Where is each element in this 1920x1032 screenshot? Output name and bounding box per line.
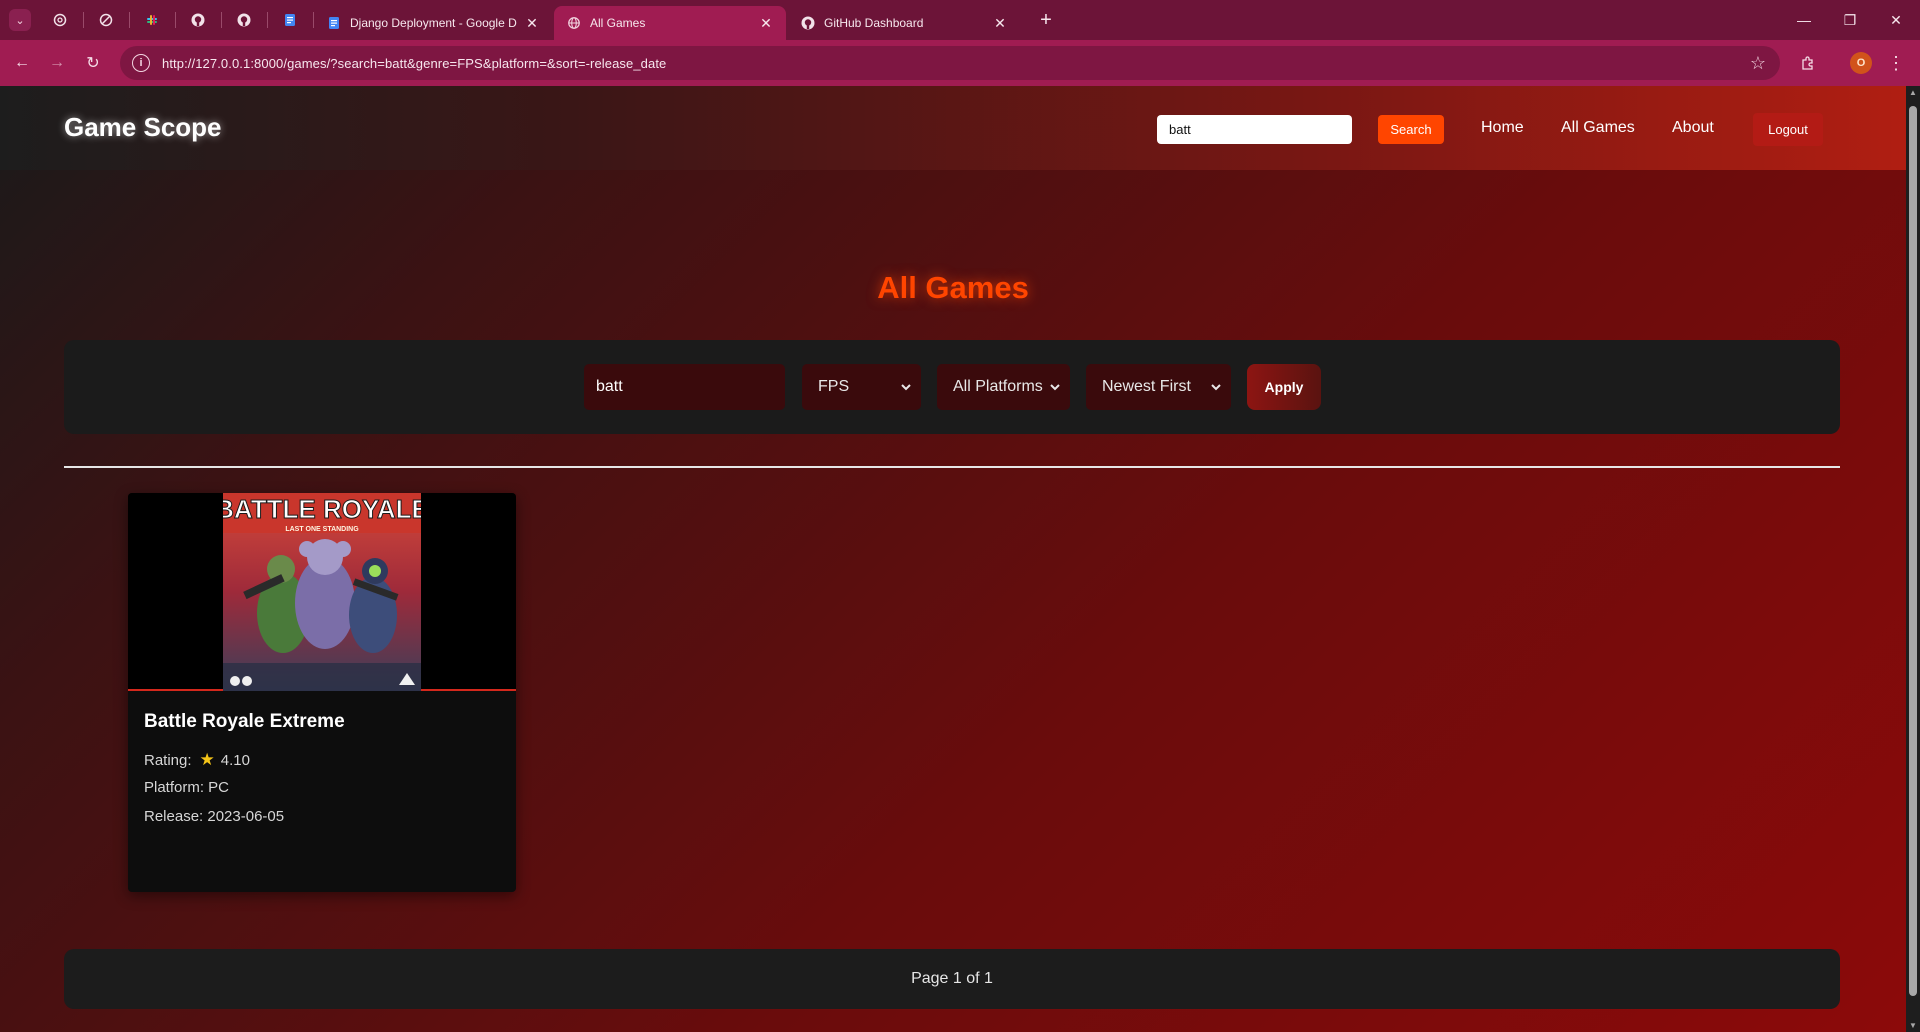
- game-platform: Platform: PC: [144, 779, 230, 796]
- platform-select-value: All Platforms: [953, 378, 1043, 395]
- apply-filters-button[interactable]: Apply: [1247, 364, 1321, 410]
- restore-icon[interactable]: ❐: [1827, 0, 1873, 40]
- game-cover-frame: BATTLE ROYALE LAST ONE STANDING: [128, 493, 516, 691]
- cover-title-text: BATTLE ROYALE: [223, 494, 421, 524]
- tab-title: GitHub Dashboard: [824, 16, 924, 30]
- rating-value: 4.10: [220, 751, 250, 769]
- game-rating: Rating: ★ 4.10: [144, 750, 250, 770]
- reload-icon[interactable]: ↻: [81, 51, 105, 75]
- game-title[interactable]: Battle Royale Extreme: [144, 711, 345, 733]
- genre-select-value: FPS: [818, 378, 850, 395]
- pinned-tab-slack-icon[interactable]: [130, 0, 174, 40]
- scrollbar-thumb[interactable]: [1909, 106, 1917, 996]
- logout-button[interactable]: Logout: [1753, 113, 1823, 146]
- nav-home[interactable]: Home: [1481, 119, 1524, 137]
- site-header: Game Scope Search Home All Games About L…: [0, 86, 1906, 170]
- page-viewport: Game Scope Search Home All Games About L…: [0, 86, 1906, 1032]
- browser-tab-strip: ⌄ Django Deployment - Google D ✕ All Gam…: [0, 0, 1920, 40]
- google-docs-icon: [326, 15, 342, 31]
- header-search-button[interactable]: Search: [1378, 115, 1444, 144]
- tab-close-icon[interactable]: ✕: [992, 15, 1008, 31]
- filter-bar: FPS All Platforms Newest First Apply: [64, 340, 1840, 434]
- chevron-down-icon: [1050, 384, 1060, 391]
- tab-title: Django Deployment - Google D: [350, 16, 517, 30]
- page-title: All Games: [877, 270, 1029, 305]
- bookmark-star-icon[interactable]: ☆: [1750, 53, 1766, 73]
- browser-toolbar: ← → ↻ i http://127.0.0.1:8000/games/?sea…: [0, 40, 1920, 86]
- github-icon: [800, 15, 816, 31]
- nav-all-games[interactable]: All Games: [1561, 119, 1635, 137]
- platform-select[interactable]: All Platforms: [937, 364, 1070, 410]
- game-cover-image[interactable]: BATTLE ROYALE LAST ONE STANDING: [223, 493, 421, 691]
- pinned-tab-openai-icon[interactable]: [38, 0, 82, 40]
- scroll-down-arrow-icon[interactable]: ▼: [1909, 1021, 1917, 1030]
- pagination: Page 1 of 1: [64, 949, 1840, 1009]
- section-divider: [64, 466, 1840, 468]
- pinned-tab-docs-icon[interactable]: [268, 0, 312, 40]
- tab-django-deployment[interactable]: Django Deployment - Google D ✕: [314, 6, 552, 40]
- address-bar[interactable]: i http://127.0.0.1:8000/games/?search=ba…: [120, 46, 1780, 80]
- pagination-text: Page 1 of 1: [911, 970, 993, 987]
- game-release-date: Release: 2023-06-05: [144, 808, 285, 825]
- window-close-icon[interactable]: ✕: [1873, 0, 1919, 40]
- cover-subtitle-text: LAST ONE STANDING: [285, 526, 359, 533]
- sort-select[interactable]: Newest First: [1086, 364, 1231, 410]
- site-logo[interactable]: Game Scope: [64, 112, 222, 143]
- tab-close-icon[interactable]: ✕: [524, 15, 540, 31]
- sort-select-value: Newest First: [1102, 378, 1191, 395]
- tab-all-games[interactable]: All Games ✕: [554, 6, 786, 40]
- globe-icon: [566, 15, 582, 31]
- profile-avatar[interactable]: O: [1850, 52, 1872, 74]
- star-icon: ★: [199, 750, 215, 769]
- new-tab-plus-icon[interactable]: +: [1034, 8, 1058, 32]
- tab-github-dashboard[interactable]: GitHub Dashboard ✕: [788, 6, 1020, 40]
- address-url[interactable]: http://127.0.0.1:8000/games/?search=batt…: [162, 56, 666, 71]
- pinned-tab-github-icon[interactable]: [176, 0, 220, 40]
- tab-close-icon[interactable]: ✕: [758, 15, 774, 31]
- header-search-input[interactable]: [1157, 115, 1352, 144]
- filter-search-input[interactable]: [584, 364, 785, 410]
- nav-about[interactable]: About: [1672, 119, 1714, 137]
- rating-label: Rating:: [144, 751, 192, 769]
- genre-select[interactable]: FPS: [802, 364, 921, 410]
- tab-search-chevron-icon[interactable]: ⌄: [9, 9, 31, 31]
- pinned-tab-github-2-icon[interactable]: [222, 0, 266, 40]
- minimize-icon[interactable]: —: [1781, 0, 1827, 40]
- site-info-icon[interactable]: i: [132, 54, 150, 72]
- scroll-up-arrow-icon[interactable]: ▲: [1909, 88, 1917, 97]
- page-scrollbar[interactable]: ▲ ▼: [1906, 86, 1920, 1032]
- browser-menu-icon[interactable]: ⋮: [1884, 51, 1908, 75]
- tab-title: All Games: [590, 16, 646, 30]
- pinned-tab-loop-icon[interactable]: [84, 0, 128, 40]
- back-arrow-icon[interactable]: ←: [10, 51, 34, 75]
- forward-arrow-icon[interactable]: →: [45, 51, 69, 75]
- extensions-puzzle-icon[interactable]: [1796, 51, 1820, 75]
- chevron-down-icon: [1211, 384, 1221, 391]
- game-card[interactable]: BATTLE ROYALE LAST ONE STANDING Battle R…: [128, 493, 516, 892]
- chevron-down-icon: [901, 384, 911, 391]
